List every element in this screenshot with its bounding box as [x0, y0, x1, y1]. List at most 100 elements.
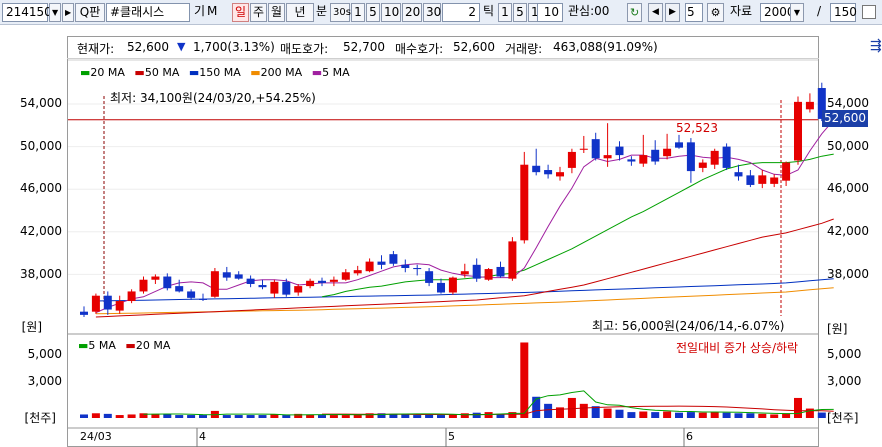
volume-bar [258, 415, 267, 418]
volume-bar [722, 412, 731, 418]
volume-bar [817, 412, 826, 418]
candle-body [246, 278, 255, 284]
candle-body [413, 268, 422, 270]
volume-bar [222, 415, 231, 418]
price-tick-right: 38,000 [827, 267, 869, 281]
candle-body [805, 101, 814, 110]
volume-bar [675, 412, 683, 418]
candle-body [567, 151, 576, 168]
volume-bar [80, 414, 88, 418]
volume-bar [746, 413, 755, 418]
candle-body [365, 261, 374, 272]
price-tick-right: 50,000 [827, 139, 869, 153]
volume-bar [91, 413, 100, 418]
volume-bar [615, 409, 624, 418]
volume-bar [175, 415, 184, 418]
x-axis-label: 6 [686, 430, 693, 443]
volume-bar [710, 412, 719, 418]
volume-bar [663, 411, 672, 418]
candle-body [627, 159, 636, 162]
volume-bar [127, 414, 136, 418]
legend-ma5: 5 MA [322, 66, 350, 79]
candle-body [377, 261, 386, 265]
volume-bar [341, 415, 350, 418]
candle-body [591, 139, 600, 159]
volume-bar [199, 415, 207, 418]
candle-body [663, 148, 672, 157]
volume-bar [686, 412, 695, 418]
legend-ma20: 20 MA [90, 66, 125, 79]
candle-body [199, 298, 207, 300]
volume-bar [270, 414, 279, 418]
legend-vma20: 20 MA [135, 339, 171, 352]
volume-bar [282, 415, 291, 418]
min-price-annotation: 최저: 34,100원(24/03/20,+54.25%) [110, 91, 316, 105]
candle-body [91, 295, 100, 312]
volume-bar [579, 403, 588, 418]
volume-bar [639, 411, 648, 418]
candle-body [782, 162, 791, 181]
volume-bar [163, 414, 172, 418]
candle-body [175, 286, 184, 292]
candle-body [151, 276, 160, 280]
candle-body [794, 101, 802, 161]
candle-body [556, 172, 564, 177]
price-tick-right: 46,000 [827, 181, 869, 195]
candle-body [115, 301, 124, 311]
x-axis-label: 24/03 [80, 430, 112, 443]
volume-bar [401, 414, 410, 418]
candle-body [520, 164, 529, 241]
volume-bar [758, 413, 767, 418]
candle-body [294, 286, 303, 293]
volume-tick-left: 5,000 [27, 347, 62, 361]
candle-body [686, 142, 695, 172]
volume-unit-left: [천주] [24, 411, 56, 425]
volume-bar [115, 415, 124, 418]
ma150-line [95, 278, 834, 302]
candle-body [532, 165, 541, 173]
volume-bar [103, 413, 112, 418]
volume-ma-legend: ▬5 MA ▬20 MA [78, 339, 171, 352]
candle-body [234, 274, 243, 279]
candle-body [508, 241, 517, 279]
volume-bar [651, 412, 660, 418]
candle-body [675, 142, 683, 148]
volume-bar [794, 397, 802, 418]
candle-body [127, 291, 136, 302]
price-tick-right: 54,000 [827, 96, 869, 110]
candle-body [639, 155, 648, 164]
candle-body [282, 281, 291, 295]
volume-ma5-line [143, 390, 834, 416]
candle-body [80, 311, 88, 315]
candle-body [258, 285, 267, 288]
candle-body [615, 146, 624, 156]
candle-body [210, 271, 219, 297]
volume-bar [329, 415, 338, 418]
candle-body [139, 279, 148, 292]
candle-body [651, 149, 660, 162]
candle-body [710, 150, 719, 165]
volume-tick-left: 3,000 [27, 374, 62, 388]
volume-bar [567, 397, 576, 418]
candle-body [306, 280, 315, 287]
price-ma-legend: ▬20 MA ▬50 MA ▬150 MA ▬200 MA ▬5 MA [80, 66, 350, 79]
price-tick-right: 42,000 [827, 224, 869, 238]
volume-bar [603, 408, 612, 418]
volume-note: 전일대비 증가 상승/하락 [676, 341, 799, 355]
volume-bar [520, 342, 529, 418]
volume-bar [234, 415, 243, 418]
candle-body [318, 280, 326, 283]
candle-body [496, 266, 505, 277]
max-price-annotation: 최고: 56,000원(24/06/14,-6.07%) [592, 319, 785, 333]
price-unit-right: [원] [827, 322, 848, 336]
price-tick-left: 42,000 [20, 224, 62, 238]
price-tick-left: 54,000 [20, 96, 62, 110]
candle-body [603, 155, 612, 159]
candle-body [734, 172, 743, 177]
candle-body [579, 148, 588, 150]
candle-body [341, 272, 350, 280]
candle-body [353, 270, 362, 274]
price-unit-left: [원] [21, 320, 42, 334]
candle-body [722, 146, 731, 168]
volume-tick-right: 5,000 [827, 347, 862, 361]
